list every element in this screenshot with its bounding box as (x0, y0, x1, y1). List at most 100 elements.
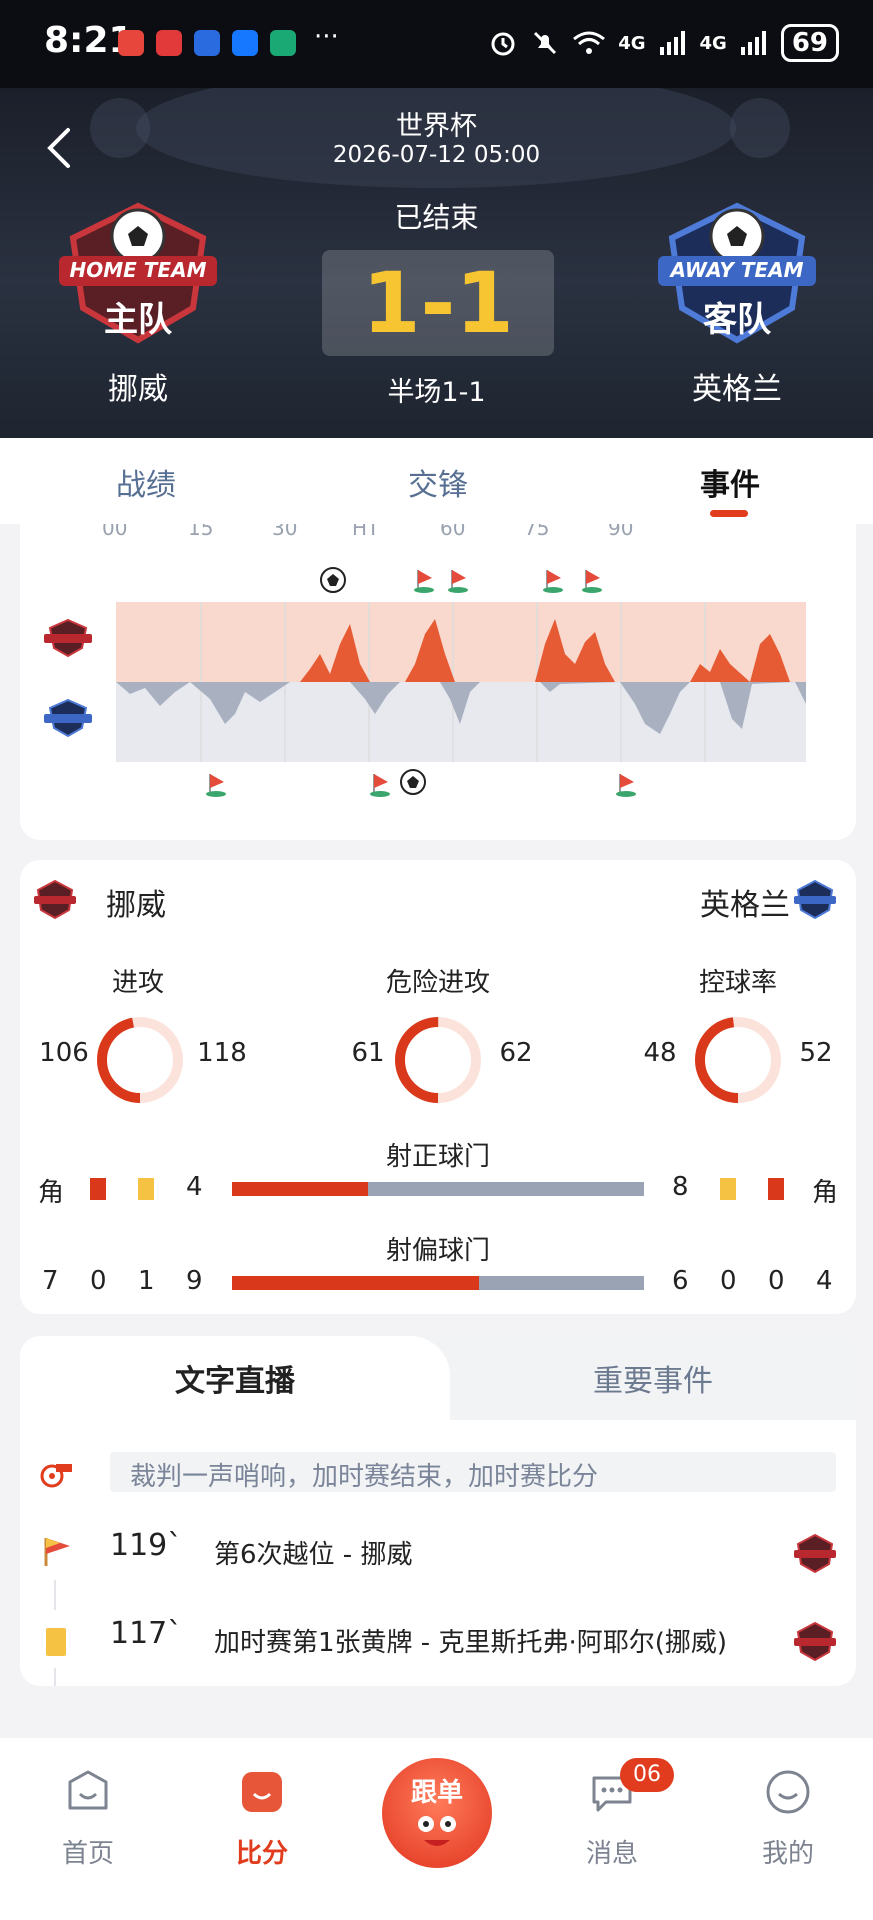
away-possession: 52 (799, 1038, 833, 1068)
away-team-name: 英格兰 (700, 888, 790, 923)
away-team-name[interactable]: 英格兰 (637, 364, 837, 408)
red-card-icon (90, 1178, 106, 1200)
offside-flag-icon (543, 570, 563, 593)
away-shots-on: 8 (672, 1172, 689, 1202)
app-notification-icon (118, 30, 144, 56)
notice-bar: 裁判一声哨响，加时赛结束，加时赛比分 (110, 1452, 836, 1492)
offside-flag-icon (616, 774, 636, 797)
tab-head-to-head[interactable]: 交锋 (338, 460, 538, 504)
nav-mine-label: 我的 (761, 1839, 814, 1869)
offside-flag-icon (448, 570, 468, 593)
nav-follow-bet-label: 跟单 (410, 1778, 463, 1808)
away-yellow-cards: 6 (672, 1266, 689, 1296)
home-team-name: 挪威 (106, 888, 166, 923)
timeline-line (54, 1668, 56, 1686)
home-red-cards: 0 (90, 1266, 107, 1296)
whistle-icon (40, 1464, 72, 1488)
tab-record[interactable]: 战绩 (46, 460, 246, 504)
nav-score[interactable]: 比分 (202, 1768, 322, 1870)
tab-live-text-label[interactable]: 文字直播 (20, 1356, 450, 1400)
away-team-badge-small (794, 879, 836, 920)
corner-label: 角 (38, 1178, 65, 1208)
bottom-navigation: 首页 比分 跟单 消息 06 我的 (0, 1738, 873, 1920)
nav-follow-bet-button[interactable]: 跟单 (382, 1758, 492, 1868)
shield-app-icon (270, 30, 296, 56)
stats-card: 挪威 英格兰 进攻 106 118 危险进攻 61 62 控球率 48 52 射… (20, 860, 856, 1314)
home-shots-off: 9 (186, 1266, 203, 1296)
home-team-badge-small (794, 1621, 836, 1662)
nav-mine[interactable]: 我的 (728, 1768, 848, 1870)
home-team-logo[interactable]: HOME TEAM 主队 (53, 198, 223, 348)
status-bar: 8:21 ··· 4G 4G 69 (0, 0, 873, 88)
signal-icon (659, 31, 685, 55)
alipay-icon (232, 30, 258, 56)
event-minute: 117` (110, 1616, 183, 1651)
match-header: 世界杯 2026-07-12 05:00 已结束 1-1 半场1-1 HOME … (0, 88, 873, 438)
offside-flag-icon (44, 1538, 70, 1566)
offside-flag-icon (414, 570, 434, 593)
yellow-card-icon (138, 1178, 154, 1200)
red-card-icon (768, 1178, 784, 1200)
tab-key-events[interactable]: 重要事件 (450, 1356, 856, 1400)
more-notifications-icon: ··· (314, 22, 339, 52)
away-attacks: 118 (197, 1038, 247, 1068)
wifi-icon (573, 31, 606, 54)
shots-off-home-fill (232, 1276, 480, 1290)
app-notification-icon (156, 30, 182, 56)
nav-messages-label: 消息 (585, 1839, 638, 1869)
active-tab-indicator (710, 510, 748, 517)
shots-on-target-label: 射正球门 (385, 1142, 490, 1172)
home-yellow-cards: 1 (138, 1266, 155, 1296)
home-team-badge-small (44, 618, 92, 658)
event-text: 第6次越位 - 挪威 (214, 1540, 413, 1570)
network-type: 4G (699, 32, 727, 54)
home-face-icon (68, 1770, 108, 1810)
home-shots-on: 4 (186, 1172, 203, 1202)
offside-flag-icon (370, 774, 390, 797)
notice-text: 裁判一声哨响，加时赛结束，加时赛比分 (130, 1462, 599, 1492)
away-team-badge-small (44, 698, 92, 738)
goal-icon (320, 567, 346, 593)
corner-label: 角 (812, 1178, 839, 1208)
alarm-icon (491, 32, 515, 56)
momentum-chart-card: 00 15 30 HT 60 75 90 (20, 524, 856, 840)
momentum-graph (44, 567, 806, 797)
nav-home[interactable]: 首页 (28, 1768, 148, 1870)
yellow-card-icon (46, 1628, 66, 1656)
away-team-logo[interactable]: AWAY TEAM 客队 (652, 198, 822, 348)
yellow-card-icon (720, 1178, 736, 1200)
mute-icon (534, 31, 557, 55)
stat-title-possession: 控球率 (698, 968, 777, 998)
attacks-ring (97, 1017, 183, 1103)
league-name: 世界杯 (396, 111, 477, 142)
home-corners: 7 (42, 1266, 59, 1296)
battery-indicator: 69 (780, 24, 839, 62)
offside-flag-icon (206, 774, 226, 797)
messages-badge: 06 (620, 1758, 674, 1792)
home-team-badge-small (794, 1533, 836, 1574)
possession-ring (695, 1017, 781, 1103)
home-dangerous-attacks: 61 (351, 1038, 385, 1068)
status-icons: 4G 4G 69 (488, 24, 839, 62)
signal-icon (740, 31, 766, 55)
home-possession: 48 (643, 1038, 677, 1068)
dangerous-attacks-ring (395, 1017, 481, 1103)
away-red-cards: 0 (720, 1266, 737, 1296)
score: 1-1 (322, 250, 554, 356)
nav-score-label: 比分 (235, 1839, 288, 1869)
offside-flag-icon (582, 570, 602, 593)
profile-face-icon (766, 1770, 810, 1814)
home-team-badge-small (34, 879, 76, 920)
home-team-name[interactable]: 挪威 (38, 364, 238, 408)
shots-on-home-fill (232, 1182, 368, 1196)
shots-off-bar (232, 1276, 644, 1290)
event-text: 加时赛第1张黄牌 - 克里斯托弗·阿耶尔(挪威) (214, 1628, 728, 1658)
home-attacks: 106 (39, 1038, 89, 1068)
shots-off-target-label: 射偏球门 (385, 1236, 490, 1266)
network-type: 4G (618, 32, 646, 54)
shots-on-bar (232, 1182, 644, 1196)
goal-icon (400, 769, 426, 795)
score-icon (242, 1772, 282, 1812)
tab-events[interactable]: 事件 (630, 460, 830, 504)
away-corners: 0 (768, 1266, 785, 1296)
